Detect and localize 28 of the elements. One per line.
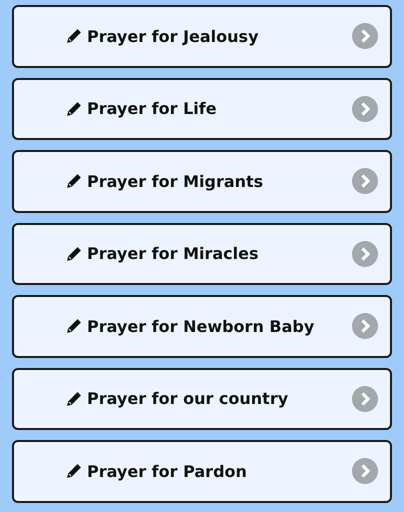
pencil-icon [66, 100, 82, 117]
pencil-icon [66, 390, 82, 407]
chevron-right-icon [352, 313, 378, 340]
list-item[interactable]: Prayer for our country [12, 368, 392, 430]
list-item[interactable]: Prayer for Life [12, 78, 392, 140]
item-title: Prayer for our country [87, 389, 290, 408]
item-title: Prayer for Pardon [87, 462, 248, 481]
chevron-right-icon [352, 23, 378, 50]
chevron-right-icon [352, 386, 378, 412]
item-title: Prayer for Jealousy [87, 26, 260, 46]
pencil-icon [66, 173, 82, 190]
pencil-icon [66, 28, 82, 44]
list-item[interactable]: Prayer for Pardon [12, 440, 392, 502]
list-item[interactable]: Prayer for Jealousy [12, 5, 392, 68]
list-item[interactable]: Prayer for Migrants [12, 150, 392, 212]
chevron-right-icon [352, 458, 378, 484]
list-item[interactable]: Prayer for Miracles [12, 222, 392, 285]
pencil-icon [66, 246, 82, 262]
list-item[interactable]: Prayer for Newborn Baby [12, 295, 392, 358]
chevron-right-icon [352, 240, 378, 267]
item-title: Prayer for Life [87, 99, 218, 118]
item-title: Prayer for Newborn Baby [87, 316, 316, 336]
item-title: Prayer for Migrants [87, 172, 264, 191]
pencil-icon [66, 318, 82, 334]
chevron-right-icon [352, 96, 378, 122]
item-title: Prayer for Miracles [87, 244, 260, 264]
pencil-icon [66, 463, 82, 480]
chevron-right-icon [352, 168, 378, 194]
